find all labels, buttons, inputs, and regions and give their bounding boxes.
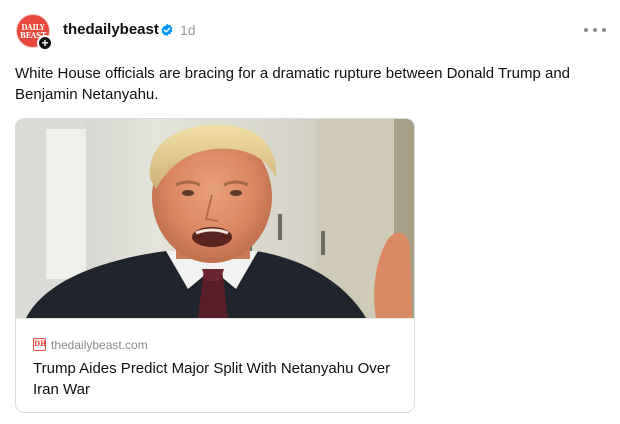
article-title[interactable]: Trump Aides Predict Major Split With Net… <box>33 358 403 400</box>
link-preview-card[interactable]: DB thedailybeast.com Trump Aides Predict… <box>15 118 415 413</box>
post-caption: White House officials are bracing for a … <box>15 65 571 103</box>
verified-badge-icon <box>161 23 173 37</box>
author-username[interactable]: thedailybeast <box>63 21 159 39</box>
article-image <box>16 119 414 318</box>
more-dot <box>602 28 606 32</box>
link-preview-meta: DB thedailybeast.com Trump Aides Predict… <box>16 318 414 412</box>
source-domain: thedailybeast.com <box>51 338 148 352</box>
author-avatar[interactable]: DAILY BEAST + <box>16 14 53 51</box>
more-dot <box>584 28 588 32</box>
follow-plus-icon[interactable]: + <box>37 35 53 51</box>
more-dot <box>593 28 597 32</box>
more-options-button[interactable] <box>584 22 606 38</box>
trump-photo <box>16 119 414 318</box>
threads-post: DAILY BEAST + thedailybeast 1d White Hous… <box>0 0 620 424</box>
source-favicon-icon: DB <box>33 338 46 351</box>
post-timestamp: 1d <box>180 22 196 38</box>
